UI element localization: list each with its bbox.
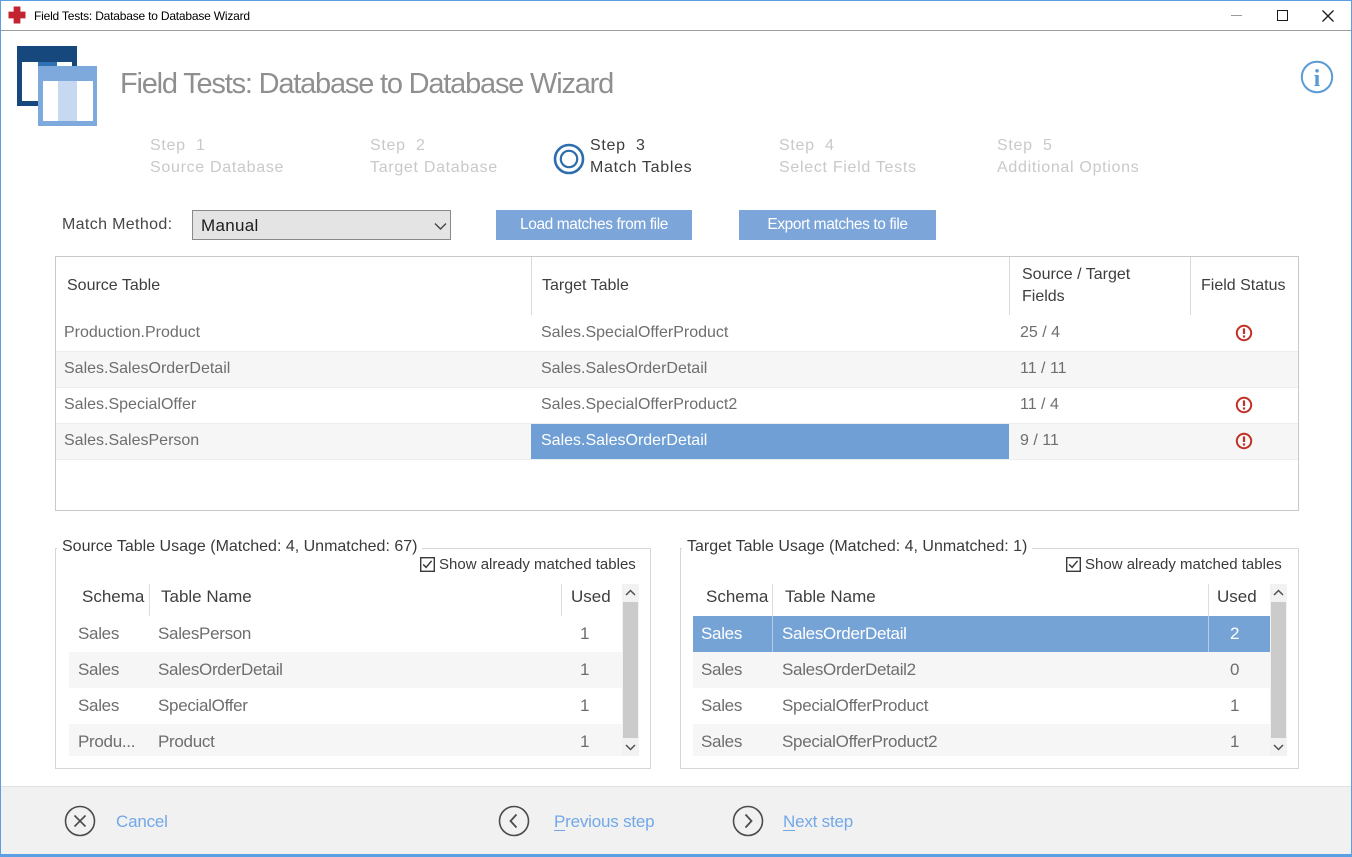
svg-text:i: i <box>1314 66 1321 92</box>
